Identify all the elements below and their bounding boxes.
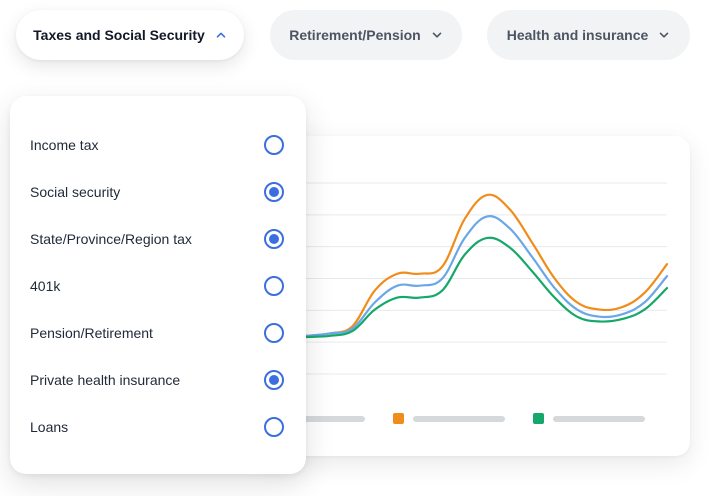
tab-label: Health and insurance <box>506 27 649 43</box>
legend-swatch-orange <box>393 413 404 424</box>
option-social-security[interactable]: Social security <box>10 168 306 215</box>
tab-label: Retirement/Pension <box>289 27 421 43</box>
radio-button[interactable] <box>264 134 284 155</box>
radio-button[interactable] <box>264 322 284 343</box>
option-label: Pension/Retirement <box>30 324 153 341</box>
option-pension-retirement[interactable]: Pension/Retirement <box>10 309 306 356</box>
radio-button[interactable] <box>264 369 284 390</box>
legend-placeholder-bar <box>413 416 505 422</box>
radio-button[interactable] <box>264 181 284 202</box>
tab-health-and-insurance[interactable]: Health and insurance <box>487 10 690 60</box>
tab-taxes-and-social-security[interactable]: Taxes and Social Security <box>16 10 244 60</box>
option-label: Income tax <box>30 136 99 153</box>
radio-button[interactable] <box>264 228 284 249</box>
radio-dot <box>269 186 279 197</box>
line-chart <box>283 182 669 375</box>
legend-swatch-green <box>533 413 544 424</box>
option-label: State/Province/Region tax <box>30 230 192 247</box>
option-loans[interactable]: Loans <box>10 403 306 450</box>
legend-placeholder-bar <box>553 416 645 422</box>
option-state-province-region-tax[interactable]: State/Province/Region tax <box>10 215 306 262</box>
radio-dot <box>269 374 279 385</box>
series-line-green <box>283 236 669 340</box>
option-label: 401k <box>30 277 61 294</box>
chevron-down-icon <box>431 29 443 41</box>
tab-label: Taxes and Social Security <box>33 27 205 43</box>
tab-retirement-pension[interactable]: Retirement/Pension <box>270 10 462 60</box>
taxes-dropdown-panel: Income tax Social security State/Provinc… <box>10 96 306 474</box>
chevron-up-icon <box>215 29 227 41</box>
series-line-blue <box>283 215 669 340</box>
option-private-health-insurance[interactable]: Private health insurance <box>10 356 306 403</box>
option-income-tax[interactable]: Income tax <box>10 121 306 168</box>
option-401k[interactable]: 401k <box>10 262 306 309</box>
radio-dot <box>269 233 279 244</box>
chevron-down-icon <box>658 29 670 41</box>
option-label: Loans <box>30 418 69 435</box>
chart-card <box>255 136 690 456</box>
option-label: Social security <box>30 183 121 200</box>
option-label: Private health insurance <box>30 371 181 388</box>
radio-button[interactable] <box>264 275 284 296</box>
radio-button[interactable] <box>264 416 284 437</box>
